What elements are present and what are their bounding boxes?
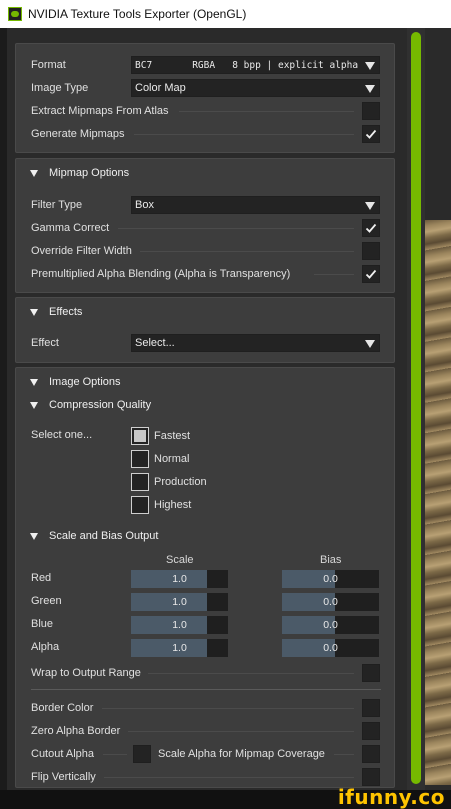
mipmap-options-panel: Mipmap Options Filter Type Box Gamma Cor… — [15, 158, 395, 293]
image-options-title: Image Options — [49, 376, 121, 388]
checkmark-icon — [365, 269, 377, 279]
quality-option-production[interactable]: Production — [131, 473, 207, 491]
scale-column-header: Scale — [166, 554, 194, 566]
watermark: ifunny.co — [337, 785, 445, 809]
scale-bias-header[interactable]: Scale and Bias Output — [30, 530, 158, 542]
image-options-panel: Image Options Compression Quality Select… — [15, 367, 395, 788]
mipmap-options-title: Mipmap Options — [49, 167, 130, 179]
select-one-label: Select one... — [31, 429, 93, 441]
blue-bias-slider[interactable]: 0.0 — [282, 616, 379, 634]
radio-button[interactable] — [131, 496, 149, 514]
blue-label: Blue — [31, 618, 54, 630]
image-type-value: Color Map — [135, 82, 186, 94]
green-label: Green — [31, 595, 62, 607]
texture-preview[interactable] — [425, 220, 451, 785]
chevron-down-icon — [365, 202, 375, 210]
left-edge — [0, 28, 7, 790]
quality-option-highest[interactable]: Highest — [131, 496, 191, 514]
green-bias-slider[interactable]: 0.0 — [282, 593, 379, 611]
wrap-output-range-checkbox[interactable] — [362, 664, 380, 682]
radio-button[interactable] — [131, 473, 149, 491]
filter-type-value: Box — [135, 199, 154, 211]
wrap-output-range-label: Wrap to Output Range — [31, 667, 141, 679]
zero-alpha-border-label: Zero Alpha Border — [31, 725, 121, 737]
border-color-label: Border Color — [31, 702, 94, 714]
generate-mipmaps-label: Generate Mipmaps — [31, 128, 125, 140]
premultiplied-alpha-checkbox[interactable] — [362, 265, 380, 283]
extract-mipmaps-checkbox[interactable] — [362, 102, 380, 120]
red-bias-slider[interactable]: 0.0 — [282, 570, 379, 588]
format-panel: Format BC7 RGBA 8 bpp | explicit alpha I… — [15, 43, 395, 153]
compression-quality-title: Compression Quality — [49, 399, 152, 411]
image-type-dropdown[interactable]: Color Map — [131, 79, 380, 97]
collapse-triangle-icon — [30, 532, 38, 540]
chevron-down-icon — [365, 340, 375, 348]
alpha-scale-slider[interactable]: 1.0 — [131, 639, 228, 657]
gamma-correct-checkbox[interactable] — [362, 219, 380, 237]
blue-scale-slider[interactable]: 1.0 — [131, 616, 228, 634]
image-type-label: Image Type — [31, 82, 89, 94]
chevron-down-icon — [365, 62, 375, 70]
radio-button[interactable] — [131, 427, 149, 445]
alpha-label: Alpha — [31, 641, 60, 653]
compression-quality-header[interactable]: Compression Quality — [30, 399, 151, 411]
effect-value: Select... — [135, 337, 175, 349]
collapse-triangle-icon — [30, 378, 38, 386]
scale-alpha-coverage-checkbox[interactable] — [362, 745, 380, 763]
extract-mipmaps-label: Extract Mipmaps From Atlas — [31, 105, 169, 117]
red-scale-slider[interactable]: 1.0 — [131, 570, 228, 588]
window-title: NVIDIA Texture Tools Exporter (OpenGL) — [28, 7, 247, 21]
filter-type-dropdown[interactable]: Box — [131, 196, 380, 214]
border-color-checkbox[interactable] — [362, 699, 380, 717]
scale-bias-title: Scale and Bias Output — [49, 530, 159, 542]
green-scale-slider[interactable]: 1.0 — [131, 593, 228, 611]
scrollbar-thumb[interactable] — [411, 32, 421, 784]
alpha-bias-slider[interactable]: 0.0 — [282, 639, 379, 657]
filter-type-label: Filter Type — [31, 199, 83, 211]
effects-header[interactable]: Effects — [30, 306, 82, 318]
effects-panel: Effects Effect Select... — [15, 297, 395, 363]
flip-vertically-label: Flip Vertically — [31, 771, 96, 783]
checkmark-icon — [365, 223, 377, 233]
override-filter-width-checkbox[interactable] — [362, 242, 380, 260]
premultiplied-alpha-label: Premultiplied Alpha Blending (Alpha is T… — [31, 268, 291, 280]
title-bar: NVIDIA Texture Tools Exporter (OpenGL) — [0, 0, 451, 28]
collapse-triangle-icon — [30, 401, 38, 409]
format-label: Format — [31, 59, 66, 71]
quality-option-fastest[interactable]: Fastest — [131, 427, 190, 445]
chevron-down-icon — [365, 85, 375, 93]
format-value: BC7 RGBA 8 bpp | explicit alpha — [135, 59, 359, 71]
collapse-triangle-icon — [30, 169, 38, 177]
override-filter-width-label: Override Filter Width — [31, 245, 132, 257]
nvidia-logo-icon — [8, 7, 22, 21]
format-dropdown[interactable]: BC7 RGBA 8 bpp | explicit alpha — [131, 56, 380, 74]
effect-dropdown[interactable]: Select... — [131, 334, 380, 352]
gamma-correct-label: Gamma Correct — [31, 222, 110, 234]
flip-vertically-checkbox[interactable] — [362, 768, 380, 786]
checkmark-icon — [365, 129, 377, 139]
zero-alpha-border-checkbox[interactable] — [362, 722, 380, 740]
mipmap-options-header[interactable]: Mipmap Options — [30, 167, 129, 179]
scale-alpha-coverage-label: Scale Alpha for Mipmap Coverage — [158, 748, 325, 760]
radio-button[interactable] — [131, 450, 149, 468]
red-label: Red — [31, 572, 52, 584]
effect-label: Effect — [31, 337, 59, 349]
divider — [31, 689, 381, 690]
cutout-alpha-checkbox[interactable] — [133, 745, 151, 763]
effects-title: Effects — [49, 306, 83, 318]
collapse-triangle-icon — [30, 308, 38, 316]
cutout-alpha-label: Cutout Alpha — [31, 748, 94, 760]
generate-mipmaps-checkbox[interactable] — [362, 125, 380, 143]
quality-option-normal[interactable]: Normal — [131, 450, 189, 468]
image-options-header[interactable]: Image Options — [30, 376, 121, 388]
bias-column-header: Bias — [320, 554, 342, 566]
